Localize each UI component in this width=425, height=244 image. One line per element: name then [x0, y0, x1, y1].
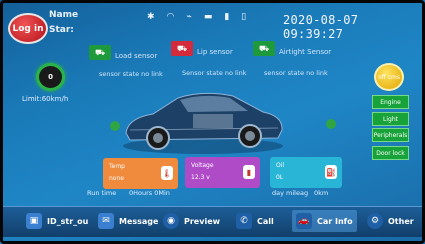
- bluetooth-icon: ✱: [147, 12, 155, 22]
- fuel-icon: ⛽: [325, 165, 337, 179]
- truck-icon: ⛟: [171, 41, 193, 56]
- airtight-sensor-label: Airtight Sensor: [279, 48, 332, 56]
- airtight-sensor[interactable]: ⛟ Airtight Sensor: [253, 41, 331, 56]
- nav-id-label: ID_str_ou: [47, 216, 89, 226]
- day-mileage-label: day mileag: [272, 189, 309, 197]
- usb-icon: ⌁: [186, 12, 192, 22]
- load-sensor-state: sensor state no link: [99, 70, 163, 78]
- plant-decoration-icon: [326, 119, 336, 129]
- thermometer-icon: 🌡: [161, 166, 173, 180]
- nav-call-label: Call: [257, 216, 274, 226]
- lip-sensor[interactable]: ⛟ Lip sensor: [171, 41, 233, 56]
- speed-gauge: 0: [36, 63, 65, 91]
- wifi-icon: ◠: [166, 12, 175, 22]
- light-button[interactable]: Light: [372, 112, 409, 126]
- login-button[interactable]: Log in: [8, 13, 48, 44]
- nav-message[interactable]: ✉ Message: [98, 210, 158, 232]
- id-card-icon: ▣: [26, 213, 42, 229]
- datetime-display: 2020-08-07 09:39:27: [283, 13, 359, 41]
- voltage-title: Voltage: [191, 162, 214, 169]
- phone-icon: ✆: [236, 213, 252, 229]
- lip-sensor-state: Sensor state no link: [182, 69, 247, 77]
- nav-other-label: Other: [388, 216, 414, 226]
- driver-star-label: Star:: [49, 25, 74, 35]
- gear-icon: ⚙: [367, 213, 383, 229]
- message-icon: ✉: [98, 213, 114, 229]
- load-sensor-label: Load sensor: [115, 52, 158, 60]
- door-lock-button[interactable]: Door lock: [372, 146, 409, 160]
- airtight-sensor-state: sensor state no link: [264, 69, 328, 77]
- signal-icon: ▮: [224, 12, 230, 22]
- battery-icon: ▮: [243, 165, 255, 179]
- truck-icon: ⛟: [89, 45, 111, 60]
- temp-card: Temp none 🌡: [103, 158, 178, 189]
- temp-value: none: [109, 175, 124, 182]
- car-icon: ▬: [203, 12, 213, 22]
- oil-value: 0L: [276, 174, 284, 181]
- nav-call[interactable]: ✆ Call: [236, 210, 274, 232]
- temp-title: Temp: [109, 163, 125, 170]
- voltage-card: Voltage 12.3 v ▮: [185, 157, 260, 188]
- nav-other[interactable]: ⚙ Other: [367, 210, 414, 232]
- dashboard-screen: Log in Name Star: ✱ ◠ ⌁ ▬ ▮ ▯ 2020-08-07…: [0, 0, 425, 244]
- truck-icon: ⛟: [253, 41, 275, 56]
- oil-title: Oil: [276, 162, 285, 169]
- run-time-value: 0Hours 0Min: [129, 189, 170, 197]
- nav-preview-label: Preview: [184, 216, 221, 226]
- engine-button[interactable]: Engine: [372, 95, 409, 109]
- load-sensor[interactable]: ⛟ Load sensor: [89, 45, 157, 60]
- voltage-value: 12.3 v: [191, 174, 210, 181]
- run-time-label: Run time: [87, 189, 117, 197]
- speed-value: 0: [48, 73, 53, 81]
- status-bar: ✱ ◠ ⌁ ▬ ▮ ▯: [147, 13, 246, 22]
- speed-limit: Limit:60km/h: [22, 95, 69, 103]
- car-icon: 🚗: [296, 213, 312, 229]
- lip-sensor-label: Lip sensor: [197, 48, 233, 56]
- nav-preview[interactable]: ◉ Preview: [163, 210, 220, 232]
- day-mileage-value: 0km: [314, 189, 329, 197]
- off-cms-button[interactable]: off cms: [374, 63, 404, 91]
- driver-name-label: Name: [49, 10, 79, 20]
- nav-car-info-label: Car Info: [317, 216, 353, 226]
- car-image: [123, 92, 283, 154]
- oil-card: Oil 0L ⛽: [270, 157, 342, 188]
- nav-car-info[interactable]: 🚗 Car Info: [292, 210, 357, 232]
- peripherals-button[interactable]: Peripherals: [372, 128, 409, 142]
- battery-icon: ▯: [241, 12, 247, 22]
- nav-id[interactable]: ▣ ID_str_ou: [26, 210, 88, 232]
- nav-message-label: Message: [119, 216, 159, 226]
- preview-icon: ◉: [163, 213, 179, 229]
